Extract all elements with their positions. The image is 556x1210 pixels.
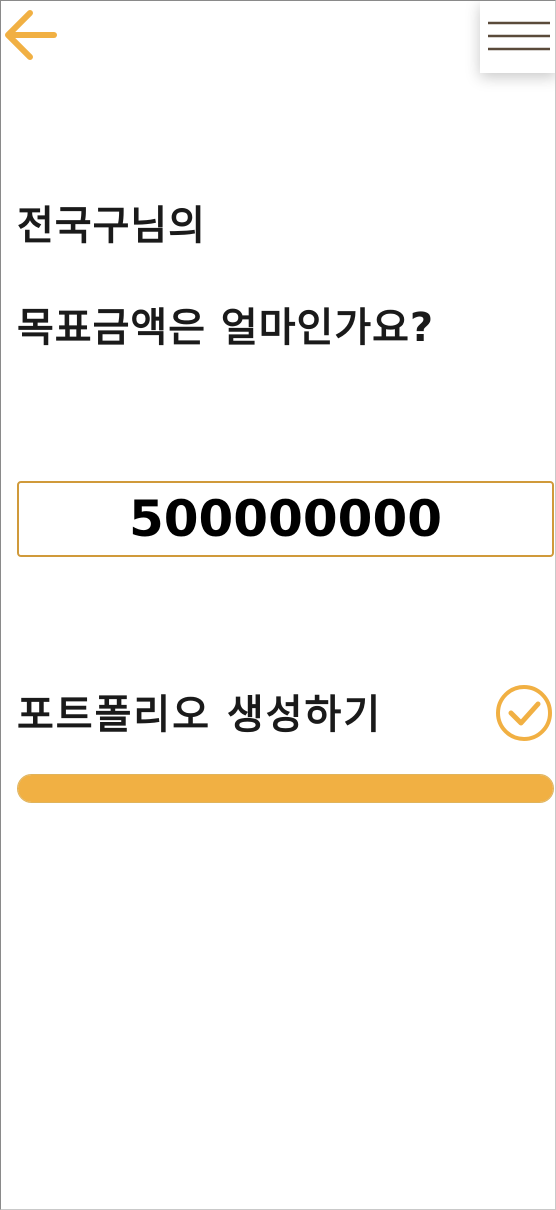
- progress-bar-fill: [18, 775, 553, 802]
- progress-bar: [17, 774, 554, 803]
- app-screen: 전국구님의 목표금액은 얼마인가요? 포트폴리오 생성하기: [0, 0, 556, 1210]
- back-button[interactable]: [1, 5, 59, 61]
- goal-amount-input[interactable]: [17, 481, 554, 557]
- check-circle-icon[interactable]: [495, 684, 553, 742]
- hamburger-menu-icon: [487, 21, 550, 51]
- menu-button[interactable]: [480, 1, 555, 73]
- create-portfolio-label[interactable]: 포트폴리오 생성하기: [17, 689, 382, 741]
- page-title-line-2: 목표금액은 얼마인가요?: [17, 305, 435, 351]
- page-title-line-1: 전국구님의: [17, 203, 206, 249]
- arrow-left-icon: [5, 10, 57, 60]
